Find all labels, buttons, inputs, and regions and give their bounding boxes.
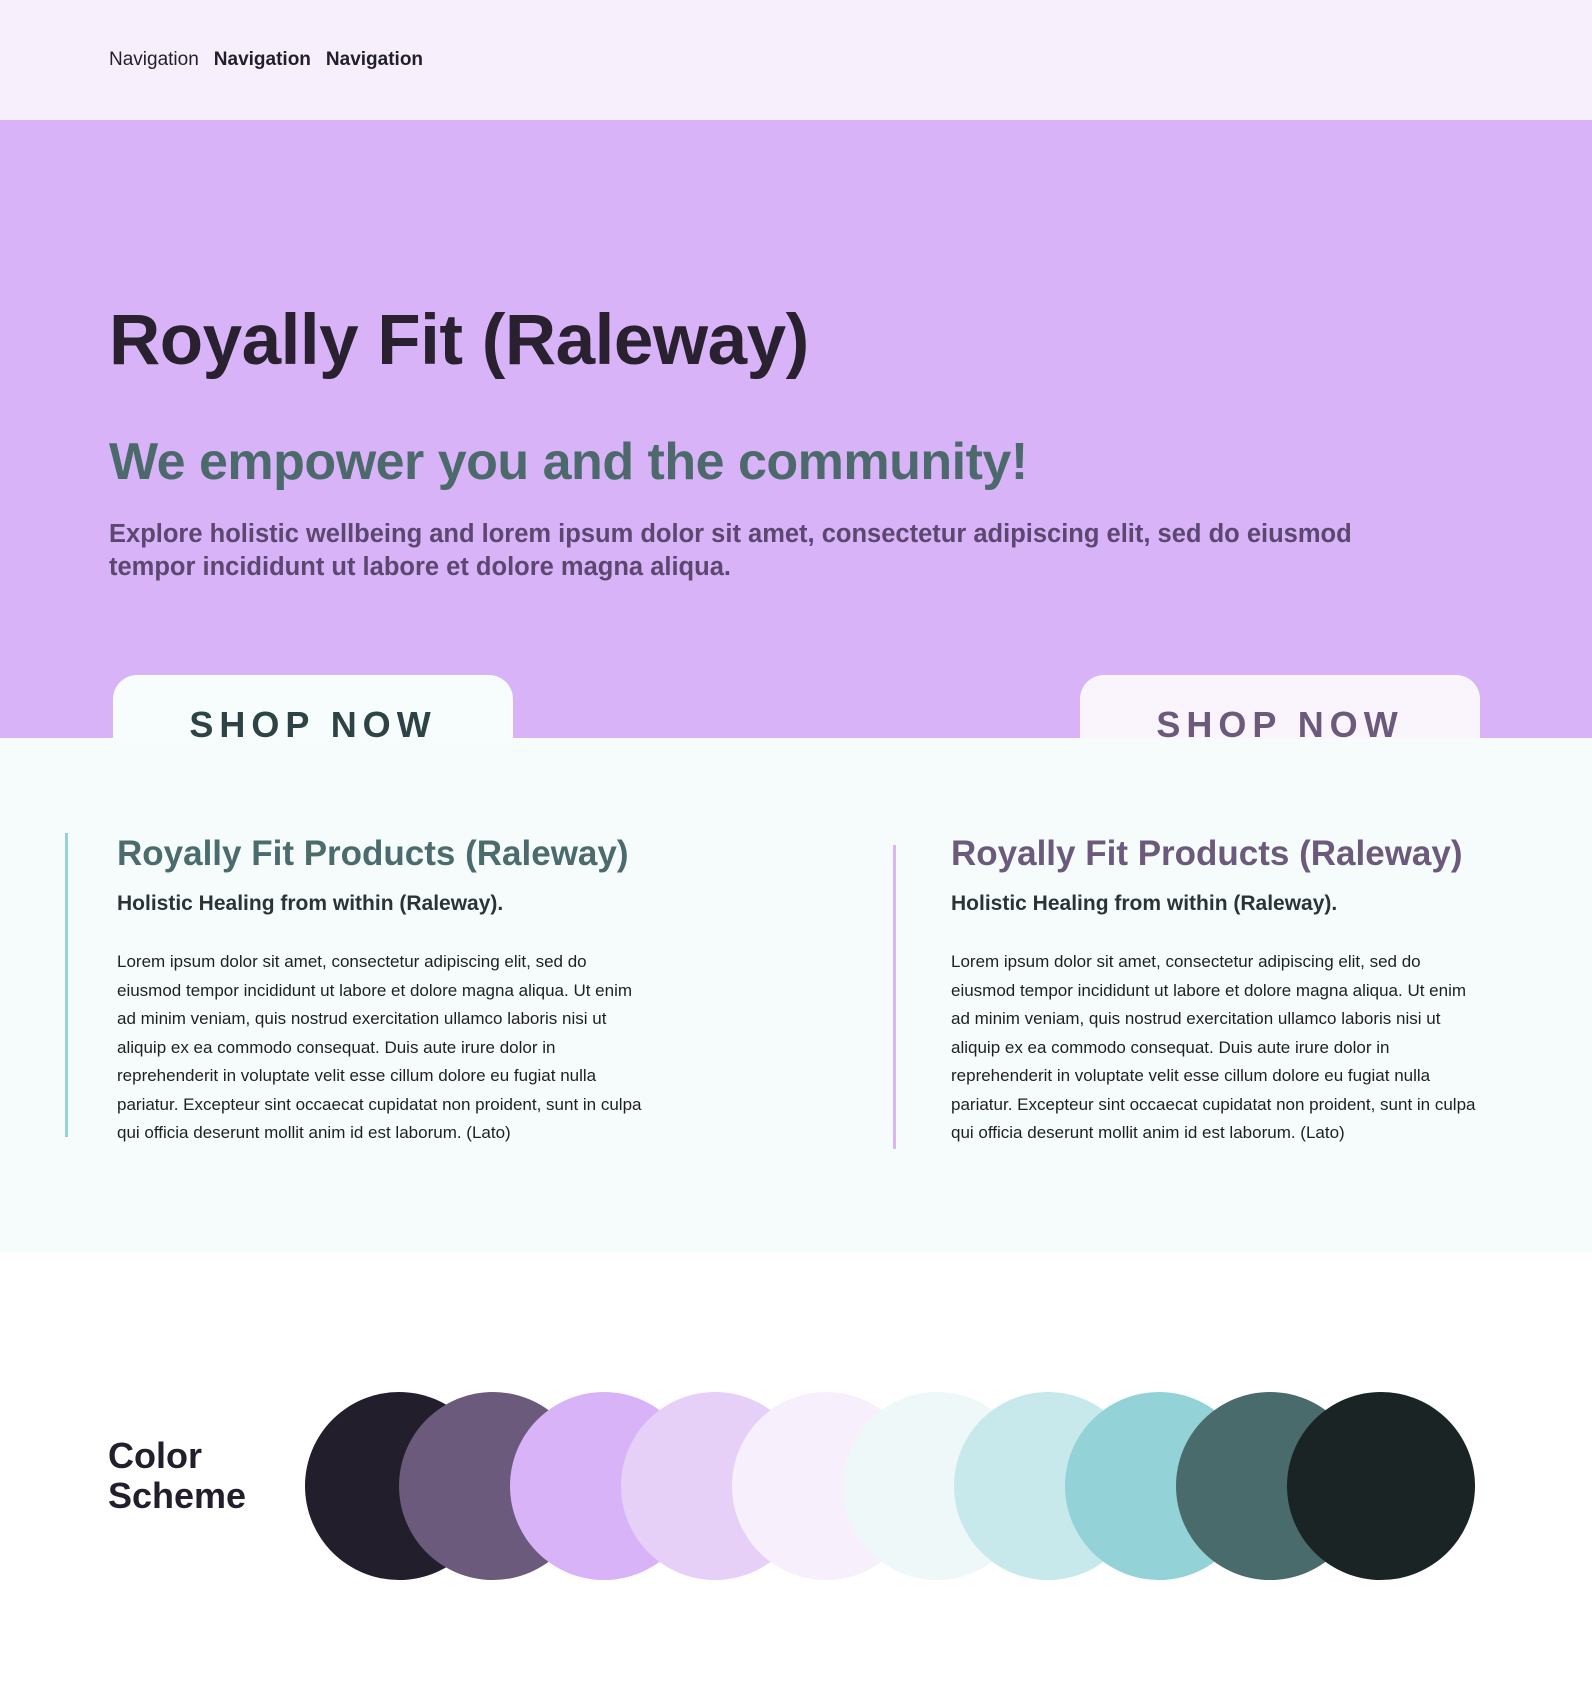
- products-section: Royally Fit Products (Raleway) Holistic …: [0, 738, 1592, 1252]
- product-body: Lorem ipsum dolor sit amet, consectetur …: [951, 952, 1476, 1142]
- product-body: Lorem ipsum dolor sit amet, consectetur …: [117, 952, 642, 1142]
- nav-link-1[interactable]: Navigation: [109, 49, 199, 71]
- accent-bar-purple: [893, 845, 896, 1149]
- product-title: Royally Fit Products (Raleway): [117, 834, 629, 873]
- top-navigation: Navigation Navigation Navigation: [0, 0, 1592, 120]
- product-title: Royally Fit Products (Raleway): [951, 834, 1463, 873]
- product-subtitle: Holistic Healing from within (Raleway).: [951, 892, 1338, 915]
- hero-title: Royally Fit (Raleway): [109, 301, 809, 380]
- color-scheme-section: Color Scheme: [0, 1252, 1592, 1690]
- color-scheme-title: Color Scheme: [108, 1435, 247, 1516]
- product-subtitle: Holistic Healing from within (Raleway).: [117, 892, 504, 915]
- color-swatch: [1287, 1392, 1475, 1580]
- nav-link-2[interactable]: Navigation: [214, 49, 311, 71]
- hero-description: Explore holistic wellbeing and lorem ips…: [109, 520, 1352, 581]
- hero-section: Royally Fit (Raleway) We empower you and…: [0, 120, 1592, 774]
- nav-link-3[interactable]: Navigation: [326, 49, 423, 71]
- hero-subtitle: We empower you and the community!: [109, 433, 1028, 491]
- accent-bar-teal: [65, 833, 68, 1137]
